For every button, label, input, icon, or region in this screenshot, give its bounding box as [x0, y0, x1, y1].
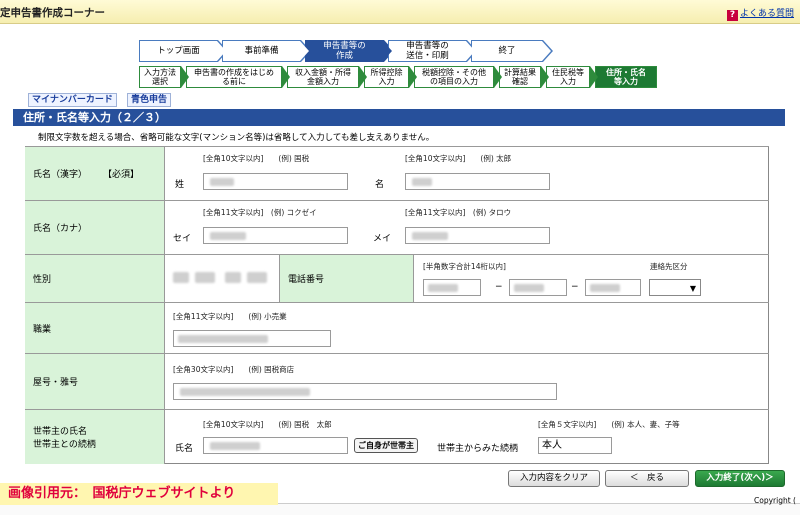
- row-occupation: 職業 [全角11文字以内] (例) 小売業: [25, 302, 769, 353]
- label-mei: 名: [375, 180, 385, 190]
- step-label: 申告書等の 送信・印刷: [406, 41, 449, 61]
- label-householder-name-field: 氏名: [175, 444, 194, 454]
- row-label: 世帯主の氏名 世帯主との続柄: [25, 410, 165, 464]
- gender-label-male: [195, 272, 215, 283]
- occupation-input[interactable]: [173, 330, 331, 347]
- substep-result[interactable]: 計算結果 確認: [499, 66, 549, 88]
- step-create: 申告書等の 作成: [305, 40, 394, 62]
- step-label: 事前準備: [244, 46, 279, 56]
- hint-householder-name: [全角10文字以内] (例) 国税 太郎: [203, 420, 332, 429]
- substep-tax-credit[interactable]: 税額控除・その他 の項目の入力: [414, 66, 502, 88]
- step-label: 申告書等の 作成: [323, 41, 366, 61]
- hint-mei: [全角10文字以内] (例) 太郎: [405, 154, 512, 163]
- self-householder-button[interactable]: ご自身が世帯主: [354, 438, 418, 453]
- sei-kana-input[interactable]: [203, 227, 348, 244]
- next-button[interactable]: 入力終了(次へ)＞: [695, 470, 785, 487]
- row-label: 氏名（漢字） 【必須】: [25, 147, 165, 200]
- substep-before-start[interactable]: 申告書の作成をはじめ る前に: [186, 66, 290, 88]
- row-shop-name: 屋号・雅号 [全角30文字以内] (例) 国税商店: [25, 353, 769, 409]
- label-sei-kana: セイ: [173, 234, 192, 244]
- phone-input-2[interactable]: [509, 279, 567, 296]
- label-name-kanji: 氏名（漢字）: [33, 170, 88, 180]
- step-label: トップ画面: [157, 46, 200, 56]
- row-label: 職業: [25, 303, 165, 353]
- app-title: 定申告書作成コーナー: [0, 7, 105, 19]
- label-contact-type: 連絡先区分: [650, 262, 688, 271]
- label-relation: 世帯主からみた続柄: [437, 444, 519, 454]
- householder-name-input[interactable]: [203, 437, 348, 454]
- row-name-kana: 氏名（カナ） [全角11文字以内] (例) コクゼイ [全角11文字以内] (例…: [25, 200, 769, 254]
- substep-label: 所得控除 入力: [370, 67, 403, 87]
- substep-label: 住所・氏名 等入力: [606, 67, 646, 87]
- section-title: 住所・氏名等入力（２／３）: [13, 109, 785, 126]
- row-gender-phone: 性別 電話番号 [半角数字合計14桁以内] 連絡先区分 − − ▼: [25, 254, 769, 302]
- label-name-kana: 氏名（カナ）: [33, 224, 88, 234]
- label-occupation: 職業: [33, 324, 52, 335]
- hint-phone: [半角数字合計14桁以内]: [423, 262, 506, 271]
- row-label: 性別: [25, 255, 165, 302]
- clear-button[interactable]: 入力内容をクリア: [508, 470, 600, 487]
- step-end: 終了: [471, 40, 553, 62]
- label-mei-kana: メイ: [373, 234, 392, 244]
- row-name-kanji: 氏名（漢字） 【必須】 [全角10文字以内] (例) 国税 [全角10文字以内]…: [25, 146, 769, 200]
- row-label: 屋号・雅号: [25, 354, 165, 409]
- phone-input-1[interactable]: [423, 279, 481, 296]
- substep-label: 申告書の作成をはじめ る前に: [194, 67, 274, 87]
- step-top[interactable]: トップ画面: [139, 40, 228, 62]
- label-shop-name: 屋号・雅号: [33, 378, 79, 388]
- mei-kanji-input[interactable]: [405, 173, 550, 190]
- hint-occupation: [全角11文字以内] (例) 小売業: [173, 312, 287, 321]
- sei-kanji-input[interactable]: [203, 173, 348, 190]
- hint-householder-relation: [全角５文字以内] (例) 本人、妻、子等: [538, 420, 680, 429]
- phone-dash-2: −: [571, 282, 579, 292]
- substep-deduction[interactable]: 所得控除 入力: [364, 66, 417, 88]
- faq-label: よくある質問: [739, 9, 794, 19]
- hint-shop-name: [全角30文字以内] (例) 国税商店: [173, 365, 295, 374]
- step-label: 終了: [498, 46, 516, 56]
- gender-label-female: [247, 272, 267, 283]
- substep-resident-tax[interactable]: 住民税等 入力: [546, 66, 598, 88]
- chevron-down-icon: ▼: [689, 284, 696, 293]
- step-prep[interactable]: 事前準備: [222, 40, 311, 62]
- question-icon: ?: [726, 10, 738, 21]
- tab-mynumber-card[interactable]: マイナンバーカード: [28, 93, 117, 107]
- faq-link[interactable]: ? よくある質問: [726, 6, 794, 21]
- source-caption: 画像引用元： 国税庁ウェブサイトより: [0, 483, 278, 505]
- back-button[interactable]: ＜ 戻る: [605, 470, 689, 487]
- substep-income[interactable]: 収入金額・所得 金額入力: [287, 66, 367, 88]
- mei-kana-input[interactable]: [405, 227, 550, 244]
- substep-address-name: 住所・氏名 等入力: [595, 66, 657, 88]
- substep-label: 住民税等 入力: [552, 67, 584, 87]
- note-text: 制限文字数を超える場合、省略可能な文字(マンション名等)は省略して入力しても差し…: [38, 133, 435, 143]
- substep-label: 税額控除・その他 の項目の入力: [422, 67, 486, 87]
- shop-name-input[interactable]: [173, 383, 557, 400]
- step-send-print: 申告書等の 送信・印刷: [388, 40, 477, 62]
- phone-dash-1: −: [495, 282, 503, 292]
- substep-label: 収入金額・所得 金額入力: [295, 67, 351, 87]
- gender-radio-male[interactable]: [173, 272, 189, 283]
- copyright: Copyright (: [754, 496, 796, 505]
- label-phone: 電話番号: [288, 275, 325, 285]
- label-householder-relation: 世帯主との続柄: [33, 440, 96, 450]
- contact-type-select[interactable]: ▼: [649, 279, 701, 296]
- header-bar: 定申告書作成コーナー ? よくある質問: [0, 0, 800, 24]
- hint-sei-kana: [全角11文字以内] (例) コクゼイ: [203, 208, 317, 217]
- substep-label: 計算結果 確認: [504, 67, 536, 87]
- required-badge: 【必須】: [103, 170, 140, 180]
- substep-input-method[interactable]: 入力方法 選択: [139, 66, 189, 88]
- label-sei: 姓: [175, 180, 185, 190]
- label-gender: 性別: [33, 275, 52, 285]
- gender-radio-female[interactable]: [225, 272, 241, 283]
- phone-label-cell: 電話番号: [279, 255, 414, 302]
- relation-input[interactable]: 本人: [538, 437, 612, 454]
- row-label: 氏名（カナ）: [25, 201, 165, 254]
- row-householder: 世帯主の氏名 世帯主との続柄 [全角10文字以内] (例) 国税 太郎 [全角５…: [25, 409, 769, 464]
- label-householder-name: 世帯主の氏名: [33, 427, 88, 437]
- hint-mei-kana: [全角11文字以内] (例) タロウ: [405, 208, 512, 217]
- substep-label: 入力方法 選択: [144, 67, 176, 87]
- hint-sei: [全角10文字以内] (例) 国税: [203, 154, 310, 163]
- phone-input-3[interactable]: [585, 279, 641, 296]
- tab-blue-return[interactable]: 青色申告: [127, 93, 172, 107]
